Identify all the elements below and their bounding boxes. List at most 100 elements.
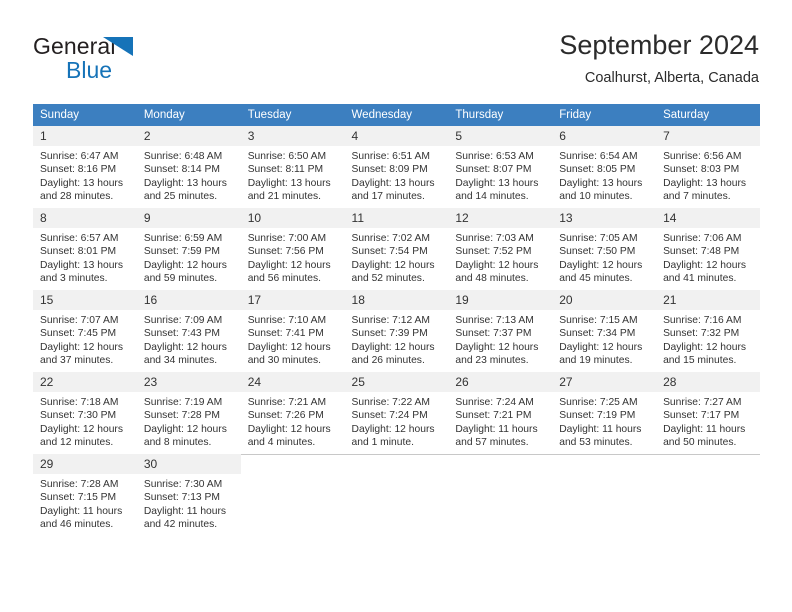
sunset-time: Sunset: 8:03 PM [663, 164, 740, 176]
day-details: Sunrise: 7:28 AM Sunset: 7:15 PM Daylight:… [33, 474, 137, 531]
day-details: Sunrise: 7:16 AM Sunset: 7:32 PM Daylight:… [656, 310, 760, 367]
calendar-day-cell[interactable]: 14 Sunrise: 7:06 AM Sunset: 7:48 PM Dayligh… [656, 208, 760, 290]
calendar-day-cell[interactable]: 8 Sunrise: 6:57 AM Sunset: 8:01 PM Daylight… [33, 208, 137, 290]
daylight-duration: Daylight: 12 hours and 23 minutes. [455, 341, 539, 366]
day-details: Sunrise: 7:06 AM Sunset: 7:48 PM Daylight:… [656, 228, 760, 285]
sunrise-time: Sunrise: 7:05 AM [559, 233, 638, 244]
weekday-header-monday: Monday [136, 104, 241, 126]
sunset-time: Sunset: 7:41 PM [247, 328, 324, 340]
sunset-time: Sunset: 8:01 PM [40, 246, 117, 258]
daylight-duration: Daylight: 12 hours and 48 minutes. [455, 259, 539, 284]
calendar-day-cell[interactable]: 4 Sunrise: 6:51 AM Sunset: 8:09 PM Daylight… [344, 126, 449, 208]
sunrise-time: Sunrise: 7:07 AM [40, 315, 119, 326]
logo-triangle-icon [103, 37, 133, 56]
calendar-day-cell[interactable]: 20 Sunrise: 7:15 AM Sunset: 7:34 PM Dayligh… [552, 290, 657, 372]
calendar-day-cell[interactable]: 5 Sunrise: 6:53 AM Sunset: 8:07 PM Daylight… [448, 126, 553, 208]
calendar-day-cell[interactable]: 7 Sunrise: 6:56 AM Sunset: 8:03 PM Daylight… [656, 126, 760, 208]
calendar-day-cell-empty [448, 453, 553, 536]
calendar-day-cell[interactable]: 15 Sunrise: 7:07 AM Sunset: 7:45 PM Dayligh… [33, 290, 137, 372]
calendar-day-cell[interactable]: 19 Sunrise: 7:13 AM Sunset: 7:37 PM Dayligh… [448, 290, 553, 372]
sunrise-sunset-calendar: Sunday Monday Tuesday Wednesday Thursday… [33, 104, 760, 536]
sunrise-time: Sunrise: 6:47 AM [40, 151, 119, 162]
sunrise-time: Sunrise: 7:21 AM [247, 397, 327, 408]
day-number: 8 [33, 208, 137, 228]
daylight-duration: Daylight: 12 hours and 30 minutes. [247, 341, 331, 366]
calendar-day-cell[interactable]: 12 Sunrise: 7:03 AM Sunset: 7:52 PM Dayligh… [448, 208, 553, 290]
sunrise-time: Sunrise: 7:03 AM [455, 233, 534, 244]
day-details: Sunrise: 7:25 AM Sunset: 7:19 PM Daylight:… [552, 392, 656, 449]
calendar-day-cell[interactable]: 29 Sunrise: 7:28 AM Sunset: 7:15 PM Dayligh… [33, 454, 137, 536]
calendar-week-row: 1 Sunrise: 6:47 AM Sunset: 8:16 PM Daylight… [33, 126, 760, 208]
day-number [552, 454, 657, 475]
calendar-day-cell[interactable]: 3 Sunrise: 6:50 AM Sunset: 8:11 PM Daylight… [240, 126, 345, 208]
calendar-day-cell[interactable]: 17 Sunrise: 7:10 AM Sunset: 7:41 PM Dayligh… [240, 290, 345, 372]
day-details: Sunrise: 7:10 AM Sunset: 7:41 PM Daylight:… [241, 310, 345, 367]
day-number: 13 [552, 208, 657, 228]
calendar-day-cell[interactable]: 28 Sunrise: 7:27 AM Sunset: 7:17 PM Dayligh… [656, 372, 760, 454]
calendar-week-row: 15 Sunrise: 7:07 AM Sunset: 7:45 PM Dayligh… [33, 290, 760, 372]
calendar-day-cell[interactable]: 6 Sunrise: 6:54 AM Sunset: 8:05 PM Daylight… [552, 126, 657, 208]
calendar-day-cell[interactable]: 25 Sunrise: 7:22 AM Sunset: 7:24 PM Dayligh… [344, 372, 449, 454]
sunset-time: Sunset: 7:43 PM [143, 328, 220, 340]
sunset-time: Sunset: 8:07 PM [455, 164, 532, 176]
sunset-time: Sunset: 7:21 PM [455, 410, 532, 422]
day-number: 3 [240, 126, 345, 146]
day-details: Sunrise: 6:47 AM Sunset: 8:16 PM Daylight:… [33, 146, 137, 203]
day-number: 5 [448, 126, 553, 146]
day-details: Sunrise: 7:19 AM Sunset: 7:28 PM Daylight:… [137, 392, 241, 449]
sunset-time: Sunset: 8:05 PM [559, 164, 636, 176]
calendar-week-row: 29 Sunrise: 7:28 AM Sunset: 7:15 PM Dayligh… [33, 453, 760, 536]
day-number: 26 [448, 372, 553, 392]
day-number: 10 [240, 208, 345, 228]
logo-text-blue: Blue [66, 57, 113, 83]
day-number: 6 [552, 126, 657, 146]
title-block: September 2024 Coalhurst, Alberta, Canad… [559, 28, 759, 88]
daylight-duration: Daylight: 13 hours and 28 minutes. [40, 177, 123, 202]
calendar-day-cell[interactable]: 26 Sunrise: 7:24 AM Sunset: 7:21 PM Dayligh… [448, 372, 553, 454]
sunset-time: Sunset: 8:16 PM [40, 164, 117, 176]
calendar-day-cell[interactable]: 22 Sunrise: 7:18 AM Sunset: 7:30 PM Dayligh… [33, 372, 137, 454]
calendar-day-cell[interactable]: 24 Sunrise: 7:21 AM Sunset: 7:26 PM Dayligh… [240, 372, 345, 454]
calendar-day-cell[interactable]: 10 Sunrise: 7:00 AM Sunset: 7:56 PM Dayligh… [240, 208, 345, 290]
page-subtitle: Coalhurst, Alberta, Canada [584, 70, 759, 86]
calendar-day-cell[interactable]: 18 Sunrise: 7:12 AM Sunset: 7:39 PM Dayligh… [344, 290, 449, 372]
sunset-time: Sunset: 7:15 PM [40, 492, 117, 504]
calendar-day-cell[interactable]: 21 Sunrise: 7:16 AM Sunset: 7:32 PM Dayligh… [656, 290, 760, 372]
sunrise-time: Sunrise: 6:48 AM [143, 151, 223, 162]
daylight-duration: Daylight: 13 hours and 21 minutes. [247, 177, 331, 202]
sunrise-time: Sunrise: 6:50 AM [247, 151, 327, 162]
day-number [656, 454, 760, 475]
daylight-duration: Daylight: 12 hours and 1 minute. [351, 423, 435, 448]
calendar-day-cell[interactable]: 13 Sunrise: 7:05 AM Sunset: 7:50 PM Dayligh… [552, 208, 657, 290]
sunrise-time: Sunrise: 6:54 AM [559, 151, 638, 162]
day-number: 28 [656, 372, 760, 392]
day-details: Sunrise: 7:12 AM Sunset: 7:39 PM Daylight:… [345, 310, 449, 367]
calendar-day-cell[interactable]: 30 Sunrise: 7:30 AM Sunset: 7:13 PM Dayligh… [136, 454, 241, 536]
day-details: Sunrise: 7:09 AM Sunset: 7:43 PM Daylight:… [137, 310, 241, 367]
calendar-day-cell[interactable]: 9 Sunrise: 6:59 AM Sunset: 7:59 PM Daylight… [136, 208, 241, 290]
calendar-week-row: 22 Sunrise: 7:18 AM Sunset: 7:30 PM Dayligh… [33, 372, 760, 454]
day-details: Sunrise: 6:56 AM Sunset: 8:03 PM Daylight:… [656, 146, 760, 203]
day-details: Sunrise: 7:24 AM Sunset: 7:21 PM Daylight:… [448, 392, 552, 449]
sunrise-time: Sunrise: 7:00 AM [247, 233, 327, 244]
day-number [240, 454, 345, 475]
sunrise-time: Sunrise: 7:18 AM [40, 397, 119, 408]
calendar-day-cell[interactable]: 23 Sunrise: 7:19 AM Sunset: 7:28 PM Dayligh… [136, 372, 241, 454]
calendar-day-cell[interactable]: 27 Sunrise: 7:25 AM Sunset: 7:19 PM Dayligh… [552, 372, 657, 454]
calendar-day-cell[interactable]: 1 Sunrise: 6:47 AM Sunset: 8:16 PM Daylight… [33, 126, 137, 208]
calendar-day-cell-empty [656, 453, 760, 536]
day-number: 11 [344, 208, 449, 228]
day-number: 24 [240, 372, 345, 392]
sunrise-time: Sunrise: 7:30 AM [143, 479, 223, 490]
daylight-duration: Daylight: 12 hours and 37 minutes. [40, 341, 123, 366]
calendar-day-cell[interactable]: 2 Sunrise: 6:48 AM Sunset: 8:14 PM Daylight… [136, 126, 241, 208]
weekday-header-thursday: Thursday [448, 104, 553, 126]
sunrise-time: Sunrise: 7:13 AM [455, 315, 534, 326]
calendar-day-cell[interactable]: 11 Sunrise: 7:02 AM Sunset: 7:54 PM Dayligh… [344, 208, 449, 290]
sunset-time: Sunset: 7:26 PM [247, 410, 324, 422]
day-details: Sunrise: 7:21 AM Sunset: 7:26 PM Daylight:… [241, 392, 345, 449]
general-blue-logo[interactable]: General Blue [33, 33, 233, 87]
calendar-day-cell[interactable]: 16 Sunrise: 7:09 AM Sunset: 7:43 PM Dayligh… [136, 290, 241, 372]
sunset-time: Sunset: 7:54 PM [351, 246, 428, 258]
calendar-day-cell-empty [240, 453, 345, 536]
